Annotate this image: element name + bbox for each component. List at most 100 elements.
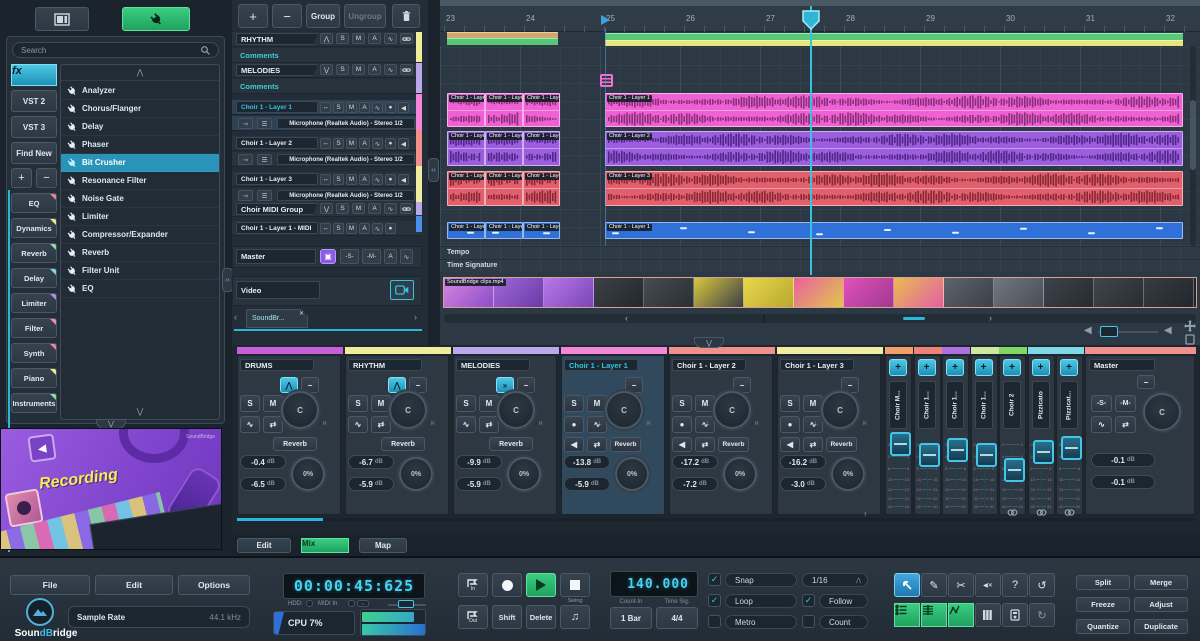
punch-in-button[interactable]: In [458, 573, 488, 597]
track-mute-button[interactable]: M [352, 64, 365, 75]
channel-name[interactable]: MELODIES [456, 359, 530, 371]
shift-button[interactable]: Shift [492, 605, 522, 629]
midi-clip[interactable]: Choir 1 - Layer 1 [523, 222, 560, 239]
menu-edit[interactable]: Edit [95, 575, 173, 595]
plugin-item-delay[interactable]: Delay [61, 118, 219, 136]
plugin-item-filter-unit[interactable]: Filter Unit [61, 262, 219, 280]
remove-plugin-button[interactable]: − [36, 168, 57, 188]
track-name[interactable]: Choir MIDI Group [236, 203, 318, 215]
snap-checkbox[interactable]: ✓ [708, 573, 721, 586]
master-edit-button[interactable]: ▣ [320, 249, 336, 264]
solo-button[interactable]: S [456, 395, 476, 412]
solo-button[interactable]: S [672, 395, 692, 412]
select-tool[interactable] [894, 573, 920, 597]
track-automation-button[interactable]: A [368, 33, 381, 44]
mute-button[interactable]: -M- [1115, 395, 1136, 412]
input-menu-button[interactable]: ☰ [257, 190, 272, 201]
send-level-knob[interactable]: 0% [613, 455, 651, 493]
mixer-hscroll-track[interactable] [237, 518, 1195, 521]
mixer-channel[interactable] [561, 355, 665, 515]
channel-expand-button[interactable]: + [1032, 359, 1050, 376]
plugin-item-compressor-expander[interactable]: Compressor/Expander [61, 226, 219, 244]
track-envelope-button[interactable]: ∿ [384, 203, 397, 214]
hdd-checkbox[interactable] [306, 600, 313, 607]
channel-name[interactable]: Choir 1 - Layer 2 [672, 359, 746, 371]
redo-button[interactable]: ↻ [1029, 603, 1055, 627]
plugin-item-chorus-flanger[interactable]: Chorus/Flanger [61, 100, 219, 118]
send-level-knob[interactable]: 0% [397, 455, 435, 493]
device-view-button[interactable] [1002, 603, 1028, 627]
track-monitor-button[interactable]: ◀ [398, 138, 409, 149]
volume-fader[interactable] [947, 438, 968, 462]
mixer-channel[interactable] [777, 355, 881, 515]
group-clip-strip[interactable] [605, 33, 1183, 40]
audio-clip[interactable]: Choir 1 - Layer 2 [485, 131, 523, 166]
punch-out-button[interactable]: Out [458, 605, 488, 629]
mixer-collapse-handle[interactable]: ⋁ [694, 337, 724, 348]
playhead-handle[interactable] [802, 10, 820, 30]
track-envelope-button[interactable]: ∿ [372, 223, 383, 234]
freeze-button[interactable]: Freeze [1076, 597, 1130, 612]
category-limiter[interactable]: Limiter [11, 293, 57, 313]
input-menu-button[interactable]: ☰ [257, 118, 272, 129]
track-link-button[interactable] [400, 203, 413, 214]
help-tool[interactable]: ? [1002, 573, 1028, 597]
plugin-item-reverb[interactable]: Reverb [61, 244, 219, 262]
send-level-knob[interactable]: 0% [721, 455, 759, 493]
hscroll-left-arrow[interactable]: ‹ [625, 313, 628, 323]
track-automation-button[interactable]: A [359, 102, 370, 113]
track-collapse-button[interactable]: ⋁ [320, 203, 333, 214]
gain-value-field[interactable]: -6.5dB [240, 477, 286, 491]
volume-fader[interactable] [976, 443, 997, 467]
category-dynamics[interactable]: Dynamics [11, 218, 57, 238]
channel-options-button[interactable]: − [1137, 375, 1155, 389]
delete-track-button[interactable] [392, 4, 420, 28]
audio-clip[interactable]: Choir 1 - Layer 3 [485, 171, 523, 206]
crossfade-button[interactable]: ⇄ [1115, 416, 1136, 433]
send-reverb-button[interactable]: Reverb [610, 437, 641, 452]
delete-button[interactable]: Delete [526, 605, 556, 629]
quantize-button[interactable]: Quantize [1076, 619, 1130, 634]
group-clip-strip[interactable] [447, 38, 558, 45]
track-monitor-button[interactable]: ◀ [398, 102, 409, 113]
pan-knob[interactable]: C [495, 389, 537, 431]
track-envelope-button[interactable]: ∿ [384, 64, 397, 75]
browser-tab-vst-3[interactable]: VST 3 [11, 116, 57, 138]
menu-options[interactable]: Options [178, 575, 250, 595]
remove-track-button[interactable]: − [272, 4, 302, 28]
tracks-view-button[interactable] [894, 603, 920, 627]
adjust-button[interactable]: Adjust [1134, 597, 1188, 612]
track-name[interactable]: Choir 1 - Layer 1 - MIDI [236, 222, 318, 234]
track-solo-button[interactable]: S [333, 138, 344, 149]
video-track-name[interactable]: Video [236, 281, 320, 299]
volume-fader[interactable] [890, 432, 911, 456]
channel-name[interactable]: RHYTHM [348, 359, 422, 371]
gain-value-field[interactable]: -0.4dB [240, 455, 286, 469]
category-synth[interactable]: Synth [11, 343, 57, 363]
master-automation-button[interactable]: A [384, 249, 397, 264]
input-routing-button[interactable]: ⇾ [238, 118, 253, 129]
duplicate-button[interactable]: Duplicate [1134, 619, 1188, 634]
count-in-button[interactable]: 1 Bar [610, 607, 652, 629]
track-name[interactable]: RHYTHM [236, 33, 318, 45]
track-name[interactable]: Choir 1 - Layer 1 [236, 101, 318, 113]
track-solo-button[interactable]: S [336, 64, 349, 75]
track-input-field[interactable]: Microphone (Realtek Audio) - Stereo 1/2 [277, 118, 415, 129]
pan-tool-icon[interactable] [1184, 320, 1196, 332]
tempo-display[interactable]: 140.000 [610, 571, 698, 597]
automation-view-button[interactable] [948, 603, 974, 627]
playhead-line[interactable] [810, 6, 812, 275]
track-input-field[interactable]: Microphone (Realtek Audio) - Stereo 1/2 [277, 190, 415, 201]
page-view-icon[interactable] [1185, 334, 1195, 345]
doc-tab-scroll-right[interactable]: › [414, 312, 417, 322]
gain-value-field[interactable]: -0.1dB [1091, 475, 1155, 489]
merge-button[interactable]: Merge [1134, 575, 1188, 590]
gain-value-field[interactable]: -5.9dB [348, 477, 394, 491]
gain-value-field[interactable]: -5.9dB [564, 477, 610, 491]
crossfade-button[interactable]: ⇄ [803, 437, 823, 452]
promo-banner[interactable]: ◀ Recording SoundBridge [0, 428, 222, 550]
volume-fader[interactable] [1033, 440, 1054, 464]
master-track-name[interactable]: Master [236, 249, 316, 264]
track-automation-button[interactable]: A [368, 203, 381, 214]
snap-toggle[interactable]: Snap [725, 573, 797, 587]
